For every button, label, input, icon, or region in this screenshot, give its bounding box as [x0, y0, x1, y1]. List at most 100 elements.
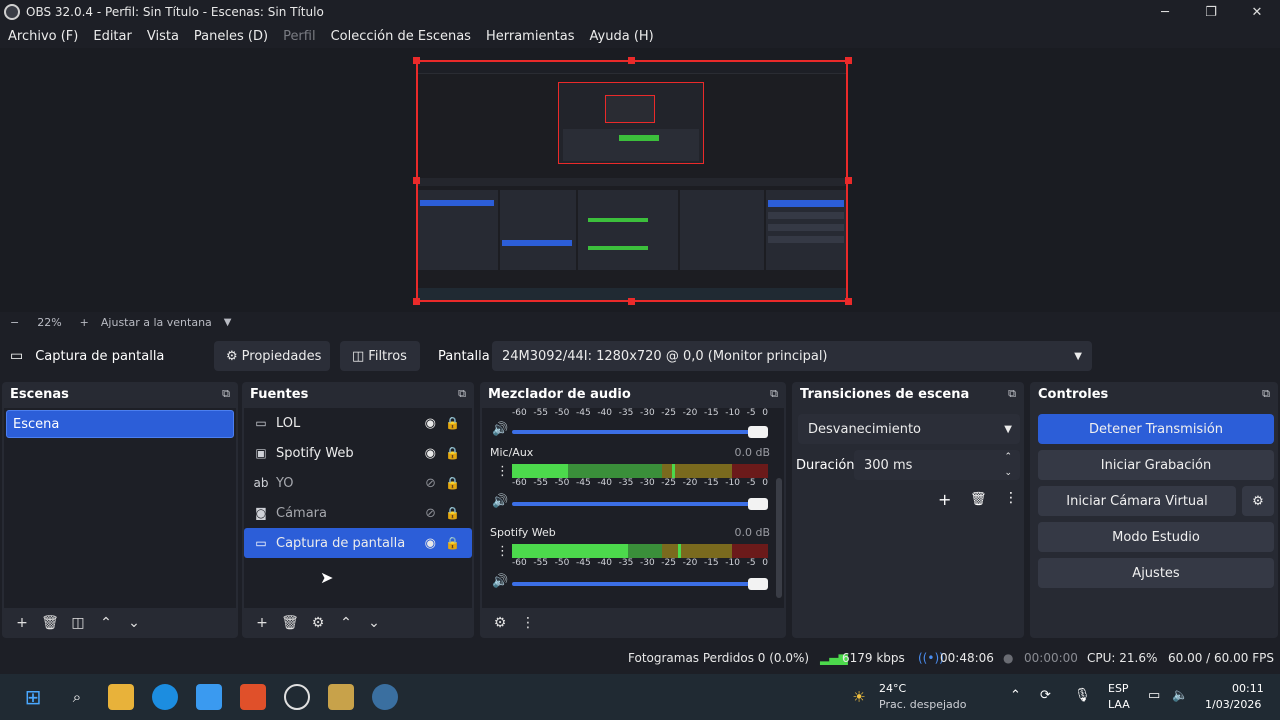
slider-knob[interactable]: [748, 426, 768, 438]
chevron-down-icon[interactable]: ⌄: [1004, 468, 1012, 478]
display-select[interactable]: 24M3092/44I: 1280x720 @ 0,0 (Monitor pri…: [492, 341, 1092, 371]
menu-vista[interactable]: Vista: [139, 29, 186, 44]
resize-handle[interactable]: [845, 57, 852, 64]
edge-browser-icon[interactable]: [152, 684, 178, 710]
slider-knob[interactable]: [748, 578, 768, 590]
lock-icon[interactable]: 🔒: [445, 506, 460, 520]
menu-coleccion-escenas[interactable]: Colección de Escenas: [323, 29, 478, 44]
menu-herramientas[interactable]: Herramientas: [478, 29, 582, 44]
language-indicator[interactable]: ESP: [1108, 682, 1129, 695]
chevron-up-icon[interactable]: ⌃: [1010, 688, 1021, 703]
source-item-lol[interactable]: ▭ LOL ◉ 🔒: [244, 408, 472, 438]
microphone-icon[interactable]: 🎙: [1074, 688, 1091, 703]
filter-icon[interactable]: ◫: [64, 615, 92, 631]
file-explorer-icon[interactable]: [108, 684, 134, 710]
resize-handle[interactable]: [628, 57, 635, 64]
start-virtual-camera-button[interactable]: Iniciar Cámara Virtual: [1038, 486, 1236, 516]
brave-browser-icon[interactable]: [240, 684, 266, 710]
gear-icon[interactable]: ⚙: [304, 615, 332, 631]
lock-icon[interactable]: 🔒: [445, 446, 460, 460]
keyboard-layout[interactable]: LAA: [1108, 698, 1130, 711]
chevron-down-icon[interactable]: ⌄: [120, 615, 148, 631]
chevron-up-icon[interactable]: ⌃: [1004, 452, 1012, 462]
properties-button[interactable]: ⚙ Propiedades: [214, 341, 330, 371]
zoom-out-button[interactable]: −: [10, 316, 19, 329]
chevron-down-icon[interactable]: ⌄: [360, 615, 388, 631]
zoom-in-button[interactable]: +: [80, 316, 89, 329]
lock-icon[interactable]: 🔒: [445, 416, 460, 430]
close-button[interactable]: ✕: [1234, 0, 1280, 24]
menu-perfil[interactable]: Perfil: [275, 29, 323, 44]
eye-icon[interactable]: ◉: [425, 536, 436, 551]
undock-icon[interactable]: ⧉: [458, 387, 466, 401]
menu-paneles[interactable]: Paneles (D): [186, 29, 275, 44]
trash-icon[interactable]: 🗑: [36, 615, 64, 631]
trash-icon[interactable]: 🗑: [970, 492, 987, 507]
network-icon[interactable]: ▭: [1148, 688, 1160, 703]
speaker-icon[interactable]: 🔈: [1172, 688, 1188, 703]
eye-icon[interactable]: ◉: [425, 416, 436, 431]
league-client-icon[interactable]: [328, 684, 354, 710]
maximize-button[interactable]: ❐: [1188, 0, 1234, 24]
scene-item[interactable]: Escena: [6, 410, 234, 438]
windows-start-icon[interactable]: ⊞: [20, 684, 46, 710]
source-item-spotify[interactable]: ▣ Spotify Web ◉ 🔒: [244, 438, 472, 468]
undock-icon[interactable]: ⧉: [222, 387, 230, 401]
studio-mode-button[interactable]: Modo Estudio: [1038, 522, 1274, 552]
chevron-up-icon[interactable]: ⌃: [332, 615, 360, 631]
preview-canvas[interactable]: [416, 60, 848, 302]
kebab-menu-icon[interactable]: ⋮: [496, 544, 509, 559]
eye-hidden-icon[interactable]: ⊘: [425, 506, 436, 521]
add-icon[interactable]: +: [248, 615, 276, 631]
add-icon[interactable]: +: [938, 490, 951, 509]
mixer-scrollbar[interactable]: [776, 478, 782, 598]
volume-slider[interactable]: [512, 498, 768, 510]
resize-handle[interactable]: [845, 298, 852, 305]
volume-icon[interactable]: 🔊: [492, 422, 508, 437]
stop-stream-button[interactable]: Detener Transmisión: [1038, 414, 1274, 444]
source-item-yo[interactable]: ab YO ⊘ 🔒: [244, 468, 472, 498]
search-icon[interactable]: ⌕: [64, 684, 90, 710]
eye-icon[interactable]: ◉: [425, 446, 436, 461]
lock-icon[interactable]: 🔒: [445, 476, 460, 490]
gear-icon[interactable]: ⚙: [1242, 486, 1274, 516]
resize-handle[interactable]: [413, 298, 420, 305]
obs-app-icon[interactable]: [284, 684, 310, 710]
volume-icon[interactable]: 🔊: [492, 494, 508, 509]
menu-archivo[interactable]: Archivo (F): [0, 29, 85, 44]
add-icon[interactable]: +: [8, 615, 36, 631]
resize-handle[interactable]: [628, 298, 635, 305]
undock-icon[interactable]: ⧉: [770, 387, 778, 401]
volume-icon[interactable]: 🔊: [492, 574, 508, 589]
advanced-audio-gear-icon[interactable]: ⚙: [486, 615, 514, 631]
steam-icon[interactable]: [372, 684, 398, 710]
volume-slider[interactable]: [512, 578, 768, 590]
filters-button[interactable]: ◫ Filtros: [340, 341, 420, 371]
menu-editar[interactable]: Editar: [85, 29, 139, 44]
clock-time[interactable]: 00:11: [1232, 682, 1264, 695]
store-icon[interactable]: [196, 684, 222, 710]
resize-handle[interactable]: [845, 177, 852, 184]
slider-knob[interactable]: [748, 498, 768, 510]
zoom-dropdown-icon[interactable]: ▼: [224, 317, 232, 328]
clock-date[interactable]: 1/03/2026: [1205, 698, 1261, 711]
transition-select[interactable]: Desvanecimiento ▼: [798, 414, 1020, 444]
kebab-menu-icon[interactable]: ⋮: [514, 615, 542, 631]
settings-button[interactable]: Ajustes: [1038, 558, 1274, 588]
trash-icon[interactable]: 🗑: [276, 615, 304, 631]
kebab-menu-icon[interactable]: ⋮: [496, 464, 509, 479]
undock-icon[interactable]: ⧉: [1008, 387, 1016, 401]
start-recording-button[interactable]: Iniciar Grabación: [1038, 450, 1274, 480]
source-item-camara[interactable]: ◙ Cámara ⊘ 🔒: [244, 498, 472, 528]
resize-handle[interactable]: [413, 177, 420, 184]
minimize-button[interactable]: ─: [1142, 0, 1188, 24]
sync-icon[interactable]: ⟳: [1040, 688, 1051, 703]
lock-icon[interactable]: 🔒: [445, 536, 460, 550]
resize-handle[interactable]: [413, 57, 420, 64]
undock-icon[interactable]: ⧉: [1262, 387, 1270, 401]
volume-slider[interactable]: [512, 426, 768, 438]
chevron-up-icon[interactable]: ⌃: [92, 615, 120, 631]
eye-hidden-icon[interactable]: ⊘: [425, 476, 436, 491]
kebab-menu-icon[interactable]: ⋮: [1004, 490, 1018, 506]
source-item-captura[interactable]: ▭ Captura de pantalla ◉ 🔒: [244, 528, 472, 558]
